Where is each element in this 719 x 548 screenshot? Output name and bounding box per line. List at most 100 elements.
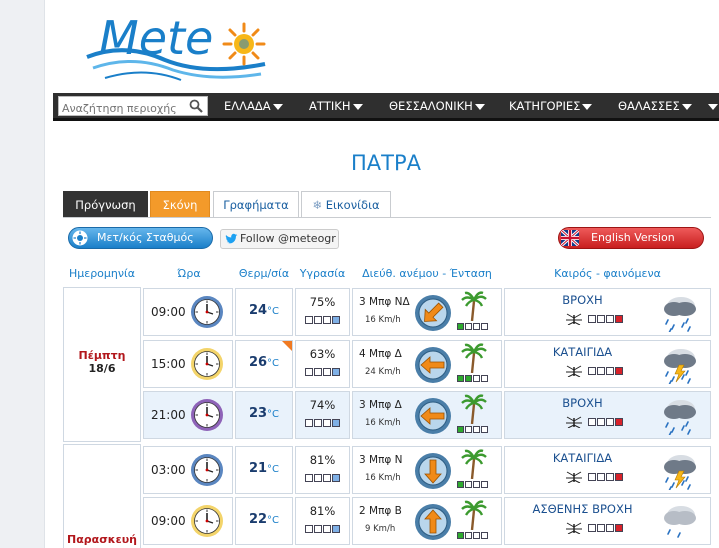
page-title: ΠΑΤΡΑ bbox=[350, 151, 421, 175]
level-box bbox=[314, 419, 322, 427]
level-box bbox=[323, 474, 331, 482]
temp-number: 22 bbox=[248, 512, 268, 527]
level-box bbox=[606, 524, 614, 532]
clock-icon bbox=[191, 454, 223, 486]
temp-unit: °C bbox=[267, 409, 280, 420]
clock-icon bbox=[191, 505, 223, 537]
forecast-row: 03:00 21°C 81% 3 Μπφ Ν 16 Km/h ΚΑΤΑΙΓΙΔΑ bbox=[143, 446, 711, 494]
level-box bbox=[597, 524, 605, 532]
header-weather: Καιρός - φαινόμενα bbox=[554, 267, 661, 280]
header-wind: Διεύθ. ανέμου - Ένταση bbox=[362, 267, 492, 280]
level-box bbox=[465, 375, 472, 382]
tab-forecast[interactable]: Πρόγνωση bbox=[63, 191, 148, 218]
level-box bbox=[588, 367, 596, 375]
condition-text: ΚΑΤΑΙΓΙΔΑ bbox=[552, 345, 613, 359]
thunderstorm-icon bbox=[664, 349, 696, 384]
wind-strength bbox=[457, 375, 488, 382]
nav-seas[interactable]: ΘΑΛΑΣΣΕΣ bbox=[618, 99, 692, 113]
level-box bbox=[588, 524, 596, 532]
wind-cell: 2 Μπφ Β 9 Km/h bbox=[352, 497, 502, 545]
humidity-value: 63% bbox=[309, 347, 336, 361]
thunderstorm-icon bbox=[664, 455, 696, 490]
meteo-logo[interactable]: Mete bbox=[85, 2, 270, 84]
wind-strength bbox=[457, 481, 488, 488]
weather-stations-button[interactable]: Μετ/κός Σταθμός bbox=[68, 227, 213, 249]
level-box bbox=[305, 474, 313, 482]
level-box bbox=[314, 474, 322, 482]
level-box bbox=[305, 525, 313, 533]
temp-number: 21 bbox=[248, 461, 268, 476]
level-box bbox=[314, 368, 322, 376]
level-box bbox=[332, 368, 340, 376]
tab-dust[interactable]: Σκόνη bbox=[150, 191, 210, 218]
temp-unit: °C bbox=[267, 515, 280, 526]
temperature-cell: 21°C bbox=[235, 446, 293, 494]
nav-more[interactable] bbox=[706, 99, 718, 113]
search-icon[interactable] bbox=[189, 99, 203, 113]
level-box bbox=[323, 368, 331, 376]
search-input[interactable] bbox=[59, 99, 181, 118]
condition-level bbox=[588, 367, 623, 375]
level-box bbox=[615, 524, 623, 532]
wind-strength bbox=[457, 532, 488, 539]
level-box bbox=[606, 473, 614, 481]
nav-label: ΘΕΣΣΑΛΟΝΙΚΗ bbox=[389, 99, 473, 113]
weather-cell: ΑΣΘΕΝΗΣ ΒΡΟΧΗ bbox=[504, 497, 711, 545]
humidity-cell: 75% bbox=[295, 288, 350, 336]
clock-icon bbox=[191, 348, 223, 380]
level-box bbox=[615, 315, 623, 323]
twitter-follow-button[interactable]: Follow @meteogr bbox=[220, 229, 339, 249]
level-box bbox=[473, 323, 480, 330]
wind-direction-icon bbox=[415, 295, 451, 331]
weather-cell: ΚΑΤΑΙΓΙΔΑ bbox=[504, 340, 711, 388]
header-humidity: Υγρασία bbox=[299, 267, 346, 280]
nav-thessaloniki[interactable]: ΘΕΣΣΑΛΟΝΙΚΗ bbox=[389, 99, 485, 113]
logo-text: Mete bbox=[99, 11, 213, 65]
nav-attica[interactable]: ΑΤΤΙΚΗ bbox=[309, 99, 363, 113]
humidity-level bbox=[305, 419, 340, 427]
level-box bbox=[481, 481, 488, 488]
mosquito-icon bbox=[566, 416, 582, 428]
uk-flag-icon bbox=[561, 230, 579, 246]
tab-charts[interactable]: Γραφήματα bbox=[213, 191, 299, 218]
wind-value: 3 Μπφ Δ bbox=[359, 399, 402, 411]
level-box bbox=[597, 367, 605, 375]
level-box bbox=[606, 315, 614, 323]
forecast-row: 09:00 24°C 75% 3 Μπφ ΝΔ 16 Km/h ΒΡΟΧΗ bbox=[143, 288, 711, 336]
temp-number: 23 bbox=[248, 406, 268, 421]
level-box bbox=[457, 532, 464, 539]
mosquito-icon bbox=[566, 471, 582, 483]
humidity-cell: 81% bbox=[295, 497, 350, 545]
weather-cell: ΒΡΟΧΗ bbox=[504, 288, 711, 336]
temperature-value: 22°C bbox=[236, 512, 292, 527]
level-box bbox=[597, 473, 605, 481]
temp-unit: °C bbox=[267, 306, 280, 317]
wind-speed: 16 Km/h bbox=[365, 418, 401, 428]
level-box bbox=[473, 481, 480, 488]
nav-categories[interactable]: ΚΑΤΗΓΟΡΙΕΣ bbox=[509, 99, 593, 113]
level-box bbox=[305, 419, 313, 427]
humidity-level bbox=[305, 474, 340, 482]
english-version-button[interactable]: English Version bbox=[558, 227, 704, 249]
nav-greece[interactable]: ΕΛΛΑΔΑ bbox=[224, 99, 283, 113]
level-box bbox=[332, 419, 340, 427]
clock-icon bbox=[191, 399, 223, 431]
level-box bbox=[481, 426, 488, 433]
tab-icons[interactable]: ❄ Εικονίδια bbox=[301, 191, 391, 218]
temp-unit: °C bbox=[267, 464, 280, 475]
wind-direction-icon bbox=[415, 347, 451, 383]
forecast-row: 15:00 26°C 63% 4 Μπφ Δ 24 Km/h ΚΑΤΑΙΓΙΔΑ bbox=[143, 340, 711, 388]
time-cell: 03:00 bbox=[143, 446, 233, 494]
level-box bbox=[588, 315, 596, 323]
level-box bbox=[465, 426, 472, 433]
wind-direction-icon bbox=[415, 398, 451, 434]
nav-label: ΘΑΛΑΣΣΕΣ bbox=[618, 99, 680, 113]
wind-cell: 3 Μπφ Δ 16 Km/h bbox=[352, 391, 502, 439]
wind-speed: 24 Km/h bbox=[365, 367, 401, 377]
clock-icon bbox=[191, 296, 223, 328]
level-box bbox=[615, 367, 623, 375]
condition-text: ΚΑΤΑΙΓΙΔΑ bbox=[552, 451, 613, 465]
wind-value: 3 Μπφ ΝΔ bbox=[359, 296, 410, 308]
temperature-value: 24°C bbox=[236, 303, 292, 318]
wind-cell: 4 Μπφ Δ 24 Km/h bbox=[352, 340, 502, 388]
